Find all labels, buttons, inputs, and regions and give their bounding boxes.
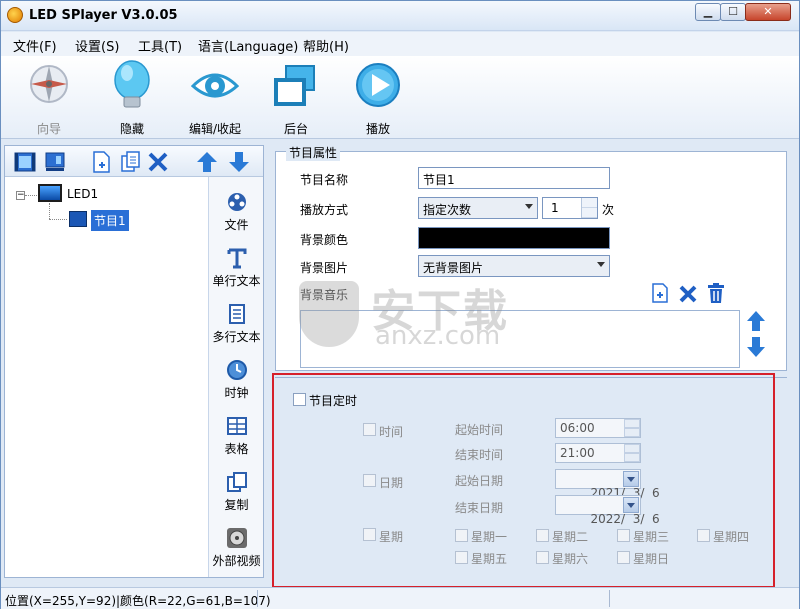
table-icon (226, 415, 248, 437)
tree-expander[interactable]: − (16, 191, 25, 200)
remove-music-icon[interactable] (678, 284, 698, 304)
tree-item-led1[interactable]: LED1 (67, 187, 98, 201)
hide-button[interactable]: 隐藏 (97, 60, 167, 137)
tree-connector-v (49, 203, 50, 219)
chevron-down-icon (525, 204, 533, 209)
stepper-arrows[interactable] (581, 198, 597, 218)
tool-label-file: 文件 (224, 218, 249, 232)
new-program-icon[interactable] (89, 150, 113, 174)
delete-icon[interactable] (146, 150, 170, 174)
program-properties-title: 节目属性 (286, 144, 341, 161)
content-tools: 文件 单行文本 多行文本 时钟 表格 复制 外部视频 (208, 177, 263, 577)
add-clock-button[interactable]: 时钟 (209, 359, 264, 401)
add-table-button[interactable]: 表格 (209, 415, 264, 457)
film-reel-icon (226, 191, 248, 213)
tree-item-program1[interactable]: 节目1 (91, 210, 129, 231)
menu-settings[interactable]: 设置(S) (75, 36, 119, 55)
clock-icon (226, 359, 248, 381)
tool-label-external-video: 外部视频 (212, 554, 261, 568)
add-multi-line-text-button[interactable]: 多行文本 (209, 303, 264, 345)
hide-label: 隐藏 (119, 122, 144, 136)
move-down-icon[interactable] (227, 150, 251, 174)
edit-collapse-label: 编辑/收起 (188, 122, 242, 136)
menu-bar: 文件(F) 设置(S) 工具(T) 语言(Language) 帮助(H) (1, 32, 799, 56)
play-mode-value: 指定次数 (423, 203, 472, 217)
tool-label-clock: 时钟 (224, 386, 249, 400)
program-name-label: 节目名称 (300, 173, 349, 187)
program-tree-panel: − LED1 节目1 文件 单行文本 多行文本 时钟 表格 复制 外部视频 (4, 145, 264, 578)
menu-tools[interactable]: 工具(T) (138, 36, 182, 55)
copy-item-button[interactable]: 复制 (209, 471, 264, 513)
play-mode-select[interactable]: 指定次数 (418, 197, 538, 219)
tool-label-multi-line: 多行文本 (212, 330, 261, 344)
background-label: 后台 (283, 122, 308, 136)
wizard-label: 向导 (36, 122, 61, 136)
minimize-button[interactable]: ▁ (695, 3, 721, 21)
edit-collapse-button[interactable]: 编辑/收起 (180, 60, 250, 137)
tool-label-single-line: 单行文本 (212, 274, 261, 288)
video-disc-icon (226, 527, 248, 549)
tree-toolbar (5, 146, 263, 177)
play-count-stepper[interactable]: 1 (542, 197, 598, 219)
play-mode-label: 播放方式 (300, 203, 349, 217)
add-music-icon[interactable] (650, 282, 670, 304)
tree-connector (25, 195, 37, 196)
tool-label-copy: 复制 (224, 498, 249, 512)
menu-language[interactable]: 语言(Language) (198, 36, 298, 55)
highlight-box (272, 373, 775, 588)
app-window: LED SPlayer V3.0.05 ▁ ☐ ✕ 文件(F) 设置(S) 工具… (0, 0, 800, 609)
add-single-line-text-button[interactable]: 单行文本 (209, 247, 264, 289)
trash-icon[interactable] (706, 282, 726, 304)
status-divider (257, 590, 258, 607)
title-bar: LED SPlayer V3.0.05 ▁ ☐ ✕ (1, 1, 799, 31)
copy-icon (226, 471, 248, 493)
document-lines-icon (226, 303, 248, 325)
close-button[interactable]: ✕ (745, 3, 791, 21)
app-logo-icon (7, 7, 23, 23)
add-file-button[interactable]: 文件 (209, 191, 264, 233)
program-tree: − LED1 节目1 (5, 177, 207, 577)
menu-help[interactable]: 帮助(H) (303, 36, 349, 55)
background-button[interactable]: 后台 (261, 60, 331, 137)
watermark-logo: 安下载 anxz.com (289, 273, 519, 353)
chevron-down-icon (597, 262, 605, 267)
music-up-icon[interactable] (746, 310, 766, 332)
maximize-button[interactable]: ☐ (720, 3, 746, 21)
wizard-button[interactable]: 向导 (14, 60, 84, 137)
text-t-icon (226, 247, 248, 269)
play-icon (354, 60, 402, 110)
program-clapper-icon (69, 211, 87, 227)
program-name-input[interactable]: 节目1 (418, 167, 610, 189)
windows-icon (272, 60, 320, 110)
move-up-icon[interactable] (195, 150, 219, 174)
status-text: 位置(X=255,Y=92)|颜色(R=22,G=61,B=107) (5, 594, 271, 608)
bg-color-picker[interactable] (418, 227, 610, 249)
copy-program-icon[interactable] (119, 150, 143, 174)
count-unit-label: 次 (602, 203, 615, 217)
screen-layout-icon[interactable] (43, 150, 67, 174)
led-screen-icon (38, 184, 62, 202)
add-external-video-button[interactable]: 外部视频 (209, 527, 264, 569)
tree-connector-h (49, 219, 67, 220)
tool-label-table: 表格 (224, 442, 249, 456)
play-label: 播放 (365, 122, 390, 136)
eye-icon (190, 60, 240, 110)
compass-icon (25, 60, 73, 110)
lightbulb-icon (108, 60, 156, 110)
music-down-icon[interactable] (746, 336, 766, 358)
menu-file[interactable]: 文件(F) (13, 36, 57, 55)
watermark-en-text: anxz.com (375, 321, 501, 351)
bg-color-label: 背景颜色 (300, 233, 349, 247)
play-button[interactable]: 播放 (343, 60, 413, 137)
main-toolbar: 向导 隐藏 编辑/收起 后台 播放 (1, 56, 799, 139)
shield-icon (299, 281, 359, 347)
add-screen-icon[interactable] (13, 150, 37, 174)
status-divider (609, 590, 610, 607)
status-bar: 位置(X=255,Y=92)|颜色(R=22,G=61,B=107) (1, 587, 799, 609)
window-title: LED SPlayer V3.0.05 (29, 8, 178, 23)
play-count-value: 1 (551, 201, 559, 215)
